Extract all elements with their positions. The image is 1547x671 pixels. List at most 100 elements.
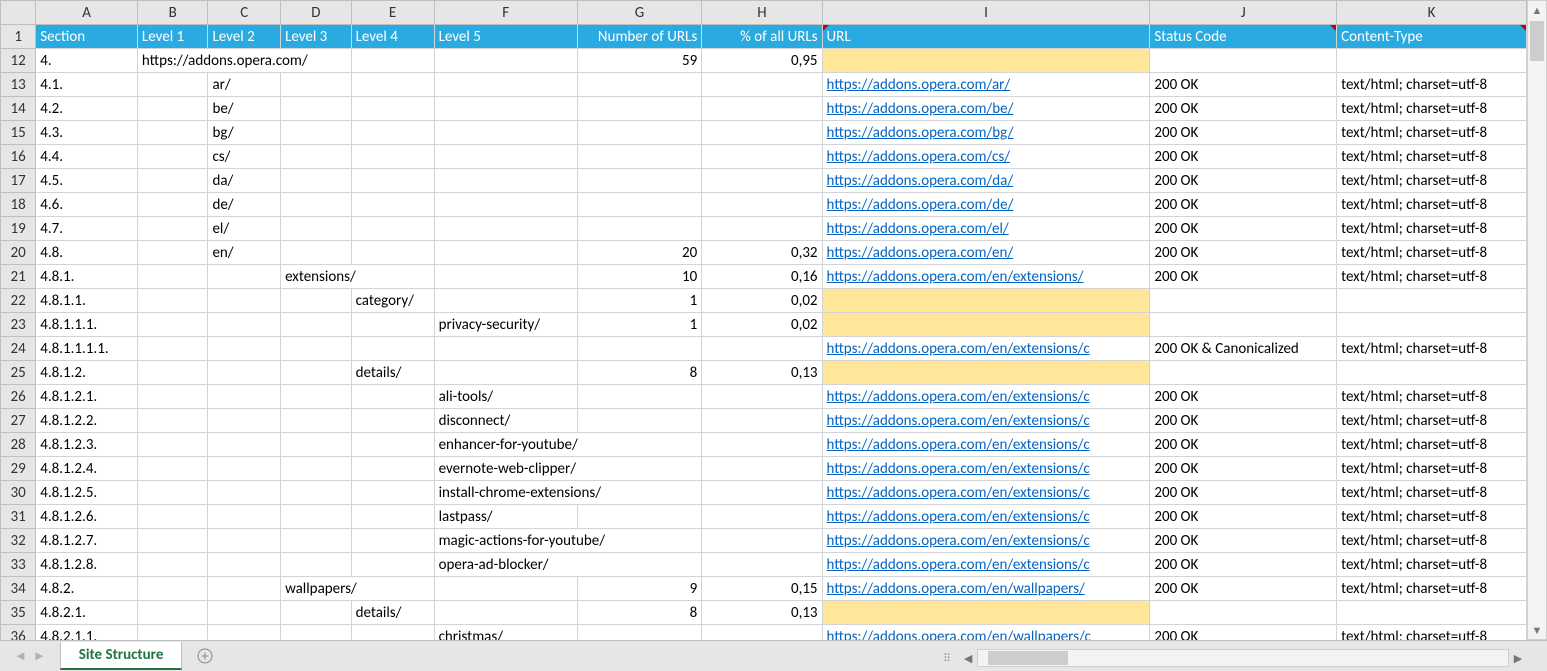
cell-B[interactable] bbox=[137, 409, 208, 433]
tab-nav-prev[interactable]: ◄ bbox=[14, 648, 27, 664]
cell-K[interactable]: text/html; charset=utf-8 bbox=[1337, 193, 1527, 217]
cell-C[interactable] bbox=[208, 505, 281, 529]
cell-I[interactable]: https://addons.opera.com/be/ bbox=[822, 97, 1150, 121]
cell-G[interactable]: 1 bbox=[577, 313, 701, 337]
cell-A[interactable]: 4.8.1.2.5. bbox=[36, 481, 138, 505]
cell-H[interactable] bbox=[702, 409, 822, 433]
cell-I[interactable]: https://addons.opera.com/bg/ bbox=[822, 121, 1150, 145]
cell-A[interactable]: 4.8.1. bbox=[36, 265, 138, 289]
cell-B[interactable] bbox=[137, 529, 208, 553]
cell-C[interactable] bbox=[208, 601, 281, 625]
cell-B[interactable] bbox=[137, 289, 208, 313]
cell-F[interactable] bbox=[434, 241, 577, 265]
cell-B[interactable] bbox=[137, 217, 208, 241]
row-header[interactable]: 35 bbox=[1, 601, 36, 625]
cell-F[interactable] bbox=[434, 337, 577, 361]
cell-K[interactable]: text/html; charset=utf-8 bbox=[1337, 433, 1527, 457]
tab-nav-next[interactable]: ► bbox=[33, 648, 46, 664]
cell-C[interactable]: da/ bbox=[208, 169, 281, 193]
cell-B[interactable] bbox=[137, 337, 208, 361]
cell-J[interactable] bbox=[1150, 289, 1337, 313]
cell-I[interactable]: https://addons.opera.com/de/ bbox=[822, 193, 1150, 217]
cell-E[interactable]: details/ bbox=[351, 361, 434, 385]
url-link[interactable]: https://addons.opera.com/en/extensions/c bbox=[827, 460, 1090, 478]
cell-I[interactable]: https://addons.opera.com/en/extensions/c bbox=[822, 529, 1150, 553]
cell-D[interactable] bbox=[281, 193, 352, 217]
url-link[interactable]: https://addons.opera.com/en/ bbox=[827, 244, 1014, 262]
cell-A[interactable]: 4.8. bbox=[36, 241, 138, 265]
url-link[interactable]: https://addons.opera.com/de/ bbox=[827, 196, 1014, 214]
cell-G[interactable] bbox=[577, 337, 701, 361]
url-link[interactable]: https://addons.opera.com/da/ bbox=[827, 172, 1014, 190]
cell-C[interactable]: en/ bbox=[208, 241, 281, 265]
cell-A[interactable]: 4.8.1.2.8. bbox=[36, 553, 138, 577]
row-header[interactable]: 12 bbox=[1, 49, 36, 73]
url-link[interactable]: https://addons.opera.com/en/wallpapers/ bbox=[827, 580, 1085, 598]
cell-H[interactable]: 0,02 bbox=[702, 313, 822, 337]
row-header-1[interactable]: 1 bbox=[1, 25, 36, 49]
cell-I[interactable]: https://addons.opera.com/da/ bbox=[822, 169, 1150, 193]
cell-E[interactable] bbox=[351, 49, 434, 73]
cell-G[interactable] bbox=[577, 97, 701, 121]
cell-E[interactable] bbox=[351, 193, 434, 217]
cell-K[interactable]: text/html; charset=utf-8 bbox=[1337, 265, 1527, 289]
cell-G[interactable] bbox=[577, 217, 701, 241]
cell-H[interactable] bbox=[702, 217, 822, 241]
header-num-urls[interactable]: Number of URLs bbox=[577, 25, 701, 49]
cell-K[interactable]: text/html; charset=utf-8 bbox=[1337, 385, 1527, 409]
cell-H[interactable] bbox=[702, 505, 822, 529]
cell-J[interactable]: 200 OK bbox=[1150, 217, 1337, 241]
cell-E[interactable] bbox=[351, 481, 434, 505]
cell-H[interactable] bbox=[702, 481, 822, 505]
cell-K[interactable]: text/html; charset=utf-8 bbox=[1337, 337, 1527, 361]
cell-G[interactable]: 10 bbox=[577, 265, 701, 289]
header-content-type[interactable]: Content-Type bbox=[1337, 25, 1527, 49]
cell-G[interactable]: 20 bbox=[577, 241, 701, 265]
cell-J[interactable]: 200 OK bbox=[1150, 481, 1337, 505]
cell-G[interactable]: 1 bbox=[577, 289, 701, 313]
tab-split-handle[interactable]: ⠿ bbox=[937, 652, 959, 665]
header-level5[interactable]: Level 5 bbox=[434, 25, 577, 49]
cell-J[interactable]: 200 OK bbox=[1150, 529, 1337, 553]
header-level4[interactable]: Level 4 bbox=[351, 25, 434, 49]
cell-A[interactable]: 4.5. bbox=[36, 169, 138, 193]
cell-J[interactable] bbox=[1150, 313, 1337, 337]
cell-D[interactable]: extensions/ bbox=[281, 265, 435, 289]
url-link[interactable]: https://addons.opera.com/en/extensions/c bbox=[827, 436, 1090, 454]
cell-E[interactable] bbox=[351, 433, 434, 457]
cell-A[interactable]: 4.8.1.2. bbox=[36, 361, 138, 385]
cell-B[interactable] bbox=[137, 193, 208, 217]
cell-E[interactable] bbox=[351, 409, 434, 433]
cell-D[interactable] bbox=[281, 97, 352, 121]
row-header[interactable]: 15 bbox=[1, 121, 36, 145]
cell-K[interactable] bbox=[1337, 49, 1527, 73]
cell-B[interactable] bbox=[137, 433, 208, 457]
cell-B[interactable] bbox=[137, 457, 208, 481]
cell-J[interactable]: 200 OK & Canonicalized bbox=[1150, 337, 1337, 361]
row-header[interactable]: 28 bbox=[1, 433, 36, 457]
row-header[interactable]: 14 bbox=[1, 97, 36, 121]
cell-I[interactable] bbox=[822, 601, 1150, 625]
col-header-D[interactable]: D bbox=[281, 1, 352, 25]
cell-H[interactable] bbox=[702, 169, 822, 193]
cell-E[interactable] bbox=[351, 337, 434, 361]
cell-D[interactable] bbox=[281, 73, 352, 97]
cell-K[interactable]: text/html; charset=utf-8 bbox=[1337, 457, 1527, 481]
cell-J[interactable] bbox=[1150, 601, 1337, 625]
cell-C[interactable] bbox=[208, 553, 281, 577]
row-header[interactable]: 34 bbox=[1, 577, 36, 601]
header-url[interactable]: URL bbox=[822, 25, 1150, 49]
cell-H[interactable] bbox=[702, 337, 822, 361]
cell-K[interactable]: text/html; charset=utf-8 bbox=[1337, 505, 1527, 529]
header-level2[interactable]: Level 2 bbox=[208, 25, 281, 49]
cell-E[interactable] bbox=[351, 505, 434, 529]
cell-B[interactable] bbox=[137, 121, 208, 145]
cell-F[interactable] bbox=[434, 265, 577, 289]
col-header-E[interactable]: E bbox=[351, 1, 434, 25]
col-header-B[interactable]: B bbox=[137, 1, 208, 25]
cell-H[interactable]: 0,16 bbox=[702, 265, 822, 289]
header-level3[interactable]: Level 3 bbox=[281, 25, 352, 49]
cell-I[interactable]: https://addons.opera.com/el/ bbox=[822, 217, 1150, 241]
cell-K[interactable]: text/html; charset=utf-8 bbox=[1337, 169, 1527, 193]
col-header-G[interactable]: G bbox=[577, 1, 701, 25]
